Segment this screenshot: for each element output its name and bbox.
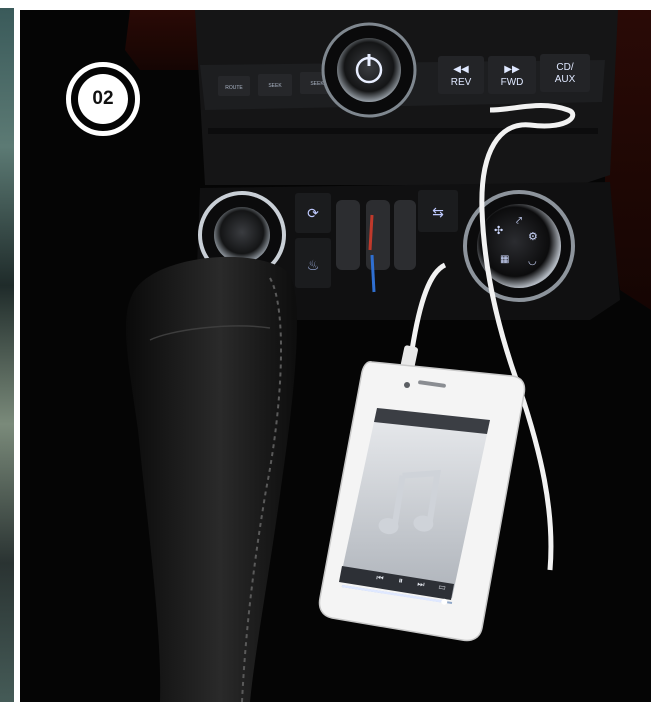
fwd-button[interactable]: ▶▶ FWD bbox=[488, 56, 536, 94]
seek-label-2: SEEK bbox=[310, 81, 324, 87]
recirculate-icon: ⟳ bbox=[307, 206, 319, 222]
route-label: ROUTE bbox=[225, 85, 243, 91]
step-number: 02 bbox=[92, 88, 114, 109]
page: ROUTE SEEK SEEK ◀◀ REV ▶▶ FWD CD/ AUX ⟳ … bbox=[0, 0, 651, 702]
fast-forward-icon: ▶▶ bbox=[504, 64, 520, 75]
panel-seam bbox=[208, 128, 598, 134]
step-badge: 02 bbox=[66, 62, 140, 136]
power-knob[interactable] bbox=[321, 22, 417, 118]
airplay-icon[interactable]: ▭ bbox=[438, 582, 447, 592]
heated-seat-icon: ♨ bbox=[307, 258, 320, 274]
aux-label: AUX bbox=[555, 74, 576, 85]
defrost-icon: ⚙ bbox=[528, 230, 538, 243]
step-badge-inner: 02 bbox=[78, 74, 128, 124]
cd-label: CD/ bbox=[556, 62, 573, 73]
progress-knob[interactable] bbox=[441, 598, 448, 605]
vent-face-icon: ✣ bbox=[494, 224, 503, 237]
rewind-icon: ◀◀ bbox=[453, 64, 469, 75]
rev-button[interactable]: ◀◀ REV bbox=[438, 56, 484, 94]
next-track-icon[interactable]: ⏭ bbox=[417, 579, 426, 589]
front-camera bbox=[404, 382, 410, 388]
previous-track-icon[interactable]: ⏮ bbox=[376, 573, 385, 583]
fwd-label: FWD bbox=[501, 77, 524, 88]
fresh-air-icon: ⇆ bbox=[432, 205, 444, 221]
cd-aux-button[interactable]: CD/ AUX bbox=[540, 54, 590, 92]
adjacent-photo-edge bbox=[0, 8, 14, 702]
vent-floor-icon: ⤤ bbox=[516, 214, 522, 227]
windshield-icon: ◡ bbox=[528, 256, 537, 267]
rear-defrost-icon: ▦ bbox=[500, 254, 509, 265]
seek-label-1: SEEK bbox=[268, 83, 282, 89]
rev-label: REV bbox=[451, 77, 472, 88]
car-interior-photo: ROUTE SEEK SEEK ◀◀ REV ▶▶ FWD CD/ AUX ⟳ … bbox=[20, 10, 651, 702]
